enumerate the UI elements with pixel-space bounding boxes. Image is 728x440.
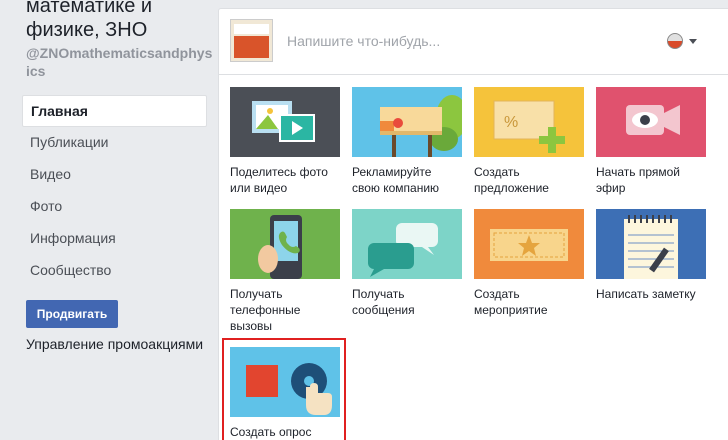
- chevron-down-icon[interactable]: [689, 39, 697, 44]
- tile-label: Рекламируйте свою компанию: [352, 165, 440, 195]
- page-nav: Главная Публикации Видео Фото Информация…: [22, 95, 207, 287]
- tile-get-messages[interactable]: Получать сообщения: [352, 209, 462, 318]
- note-icon: [596, 209, 706, 279]
- nav-item-photos[interactable]: Фото: [22, 191, 207, 223]
- tile-share-photo-video[interactable]: Поделитесь фото или видео: [230, 87, 340, 196]
- nav-item-posts[interactable]: Публикации: [22, 127, 207, 159]
- nav-item-home[interactable]: Главная: [22, 95, 207, 127]
- tile-create-offer[interactable]: % Создать предложение: [474, 87, 584, 196]
- tile-label: Создать мероприятие: [474, 287, 548, 317]
- tile-get-calls[interactable]: Получать телефонные вызовы: [230, 209, 340, 334]
- phone-call-icon: [230, 209, 340, 279]
- language-flag-icon[interactable]: [667, 33, 683, 49]
- tile-write-note[interactable]: Написать заметку: [596, 209, 706, 302]
- page-avatar: [230, 19, 273, 62]
- tile-create-event[interactable]: Создать мероприятие: [474, 209, 584, 318]
- composer[interactable]: Напишите что-нибудь...: [219, 9, 728, 75]
- svg-text:%: %: [504, 114, 518, 131]
- tile-label: Создать предложение: [474, 165, 549, 195]
- tile-promote-business[interactable]: Рекламируйте свою компанию: [352, 87, 462, 196]
- tile-label: Начать прямой эфир: [596, 165, 680, 195]
- photo-video-icon: [230, 87, 340, 157]
- tile-label: Написать заметку: [596, 287, 696, 301]
- event-ticket-icon: [474, 209, 584, 279]
- nav-item-about[interactable]: Информация: [22, 223, 207, 255]
- composer-input[interactable]: Напишите что-нибудь...: [287, 33, 440, 49]
- coupon-icon: %: [474, 87, 584, 157]
- page-name[interactable]: математике и физике, ЗНО: [26, 0, 216, 42]
- messages-icon: [352, 209, 462, 279]
- selection-highlight: [222, 338, 346, 440]
- live-video-icon: [596, 87, 706, 157]
- tile-label: Получать сообщения: [352, 287, 415, 317]
- nav-item-videos[interactable]: Видео: [22, 159, 207, 191]
- billboard-icon: [352, 87, 462, 157]
- tile-label: Получать телефонные вызовы: [230, 287, 301, 333]
- nav-item-community[interactable]: Сообщество: [22, 255, 207, 287]
- promote-button[interactable]: Продвигать: [26, 300, 118, 328]
- tile-label: Поделитесь фото или видео: [230, 165, 328, 195]
- tile-go-live[interactable]: Начать прямой эфир: [596, 87, 706, 196]
- manage-promotions-link[interactable]: Управление промоакциями: [26, 336, 203, 352]
- page-handle[interactable]: @ZNOmathematicsandphysics: [26, 44, 216, 80]
